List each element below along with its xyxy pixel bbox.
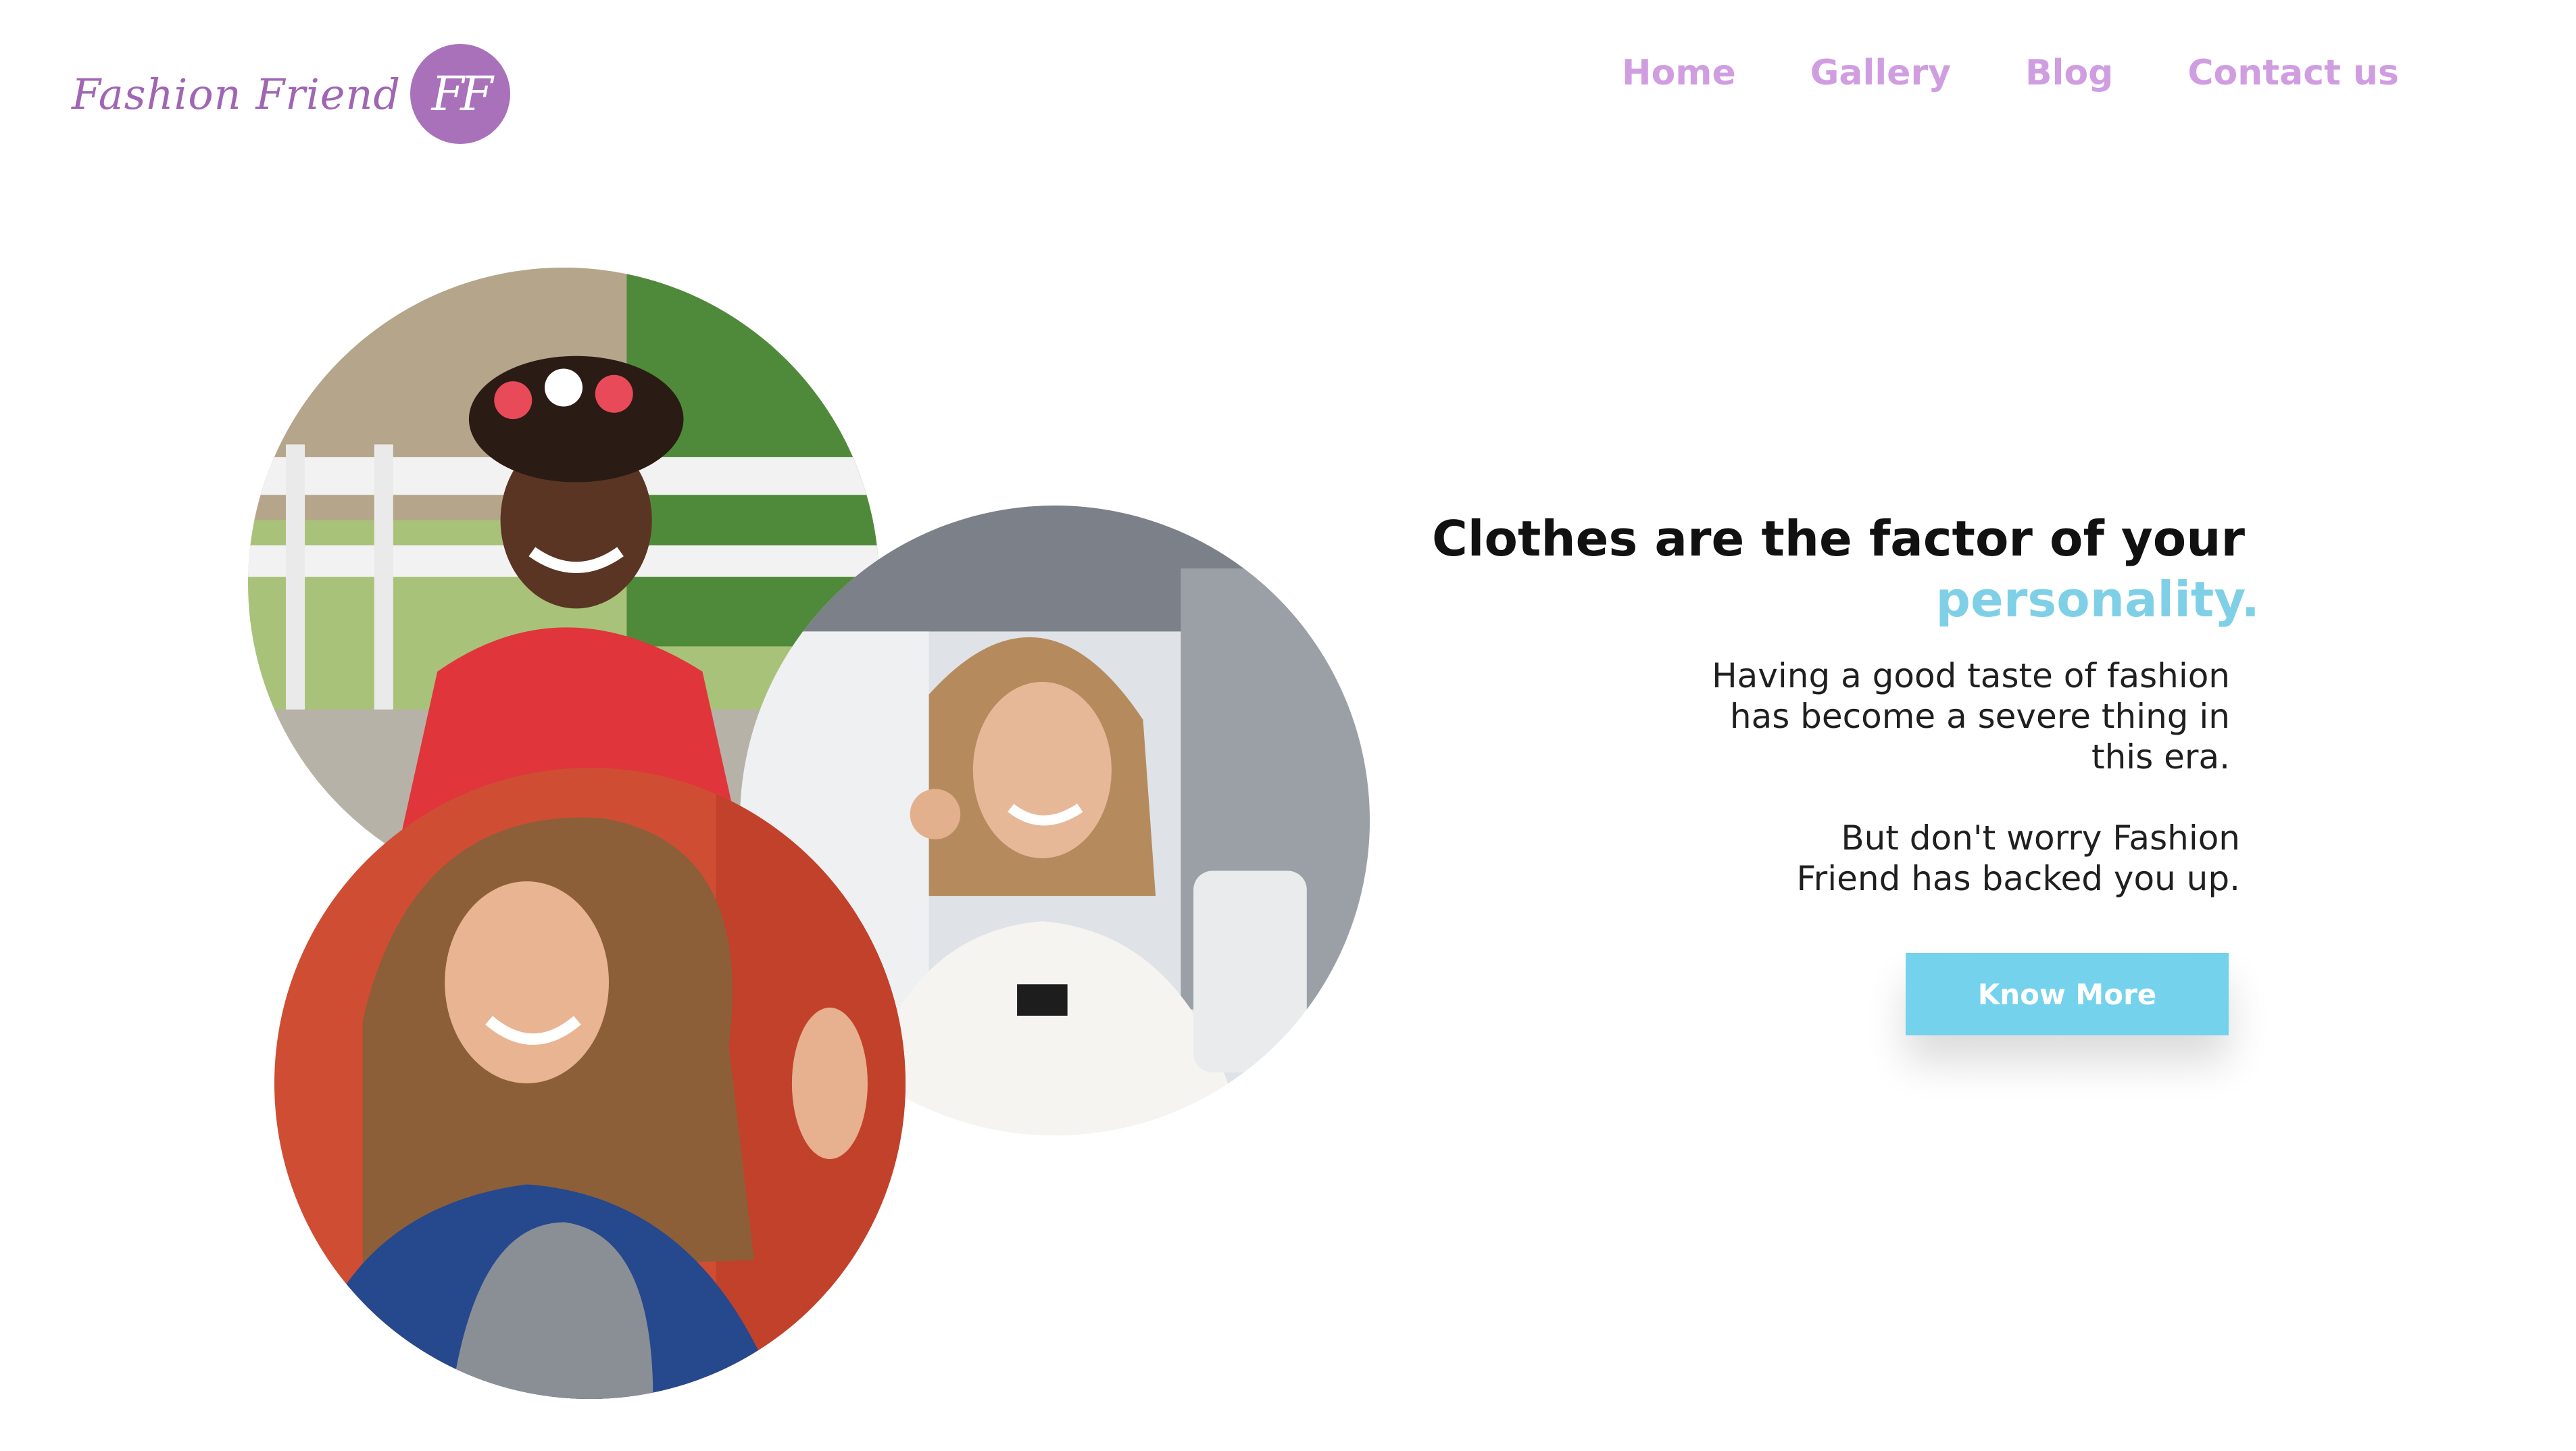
brand-monogram-icon: FF (410, 44, 511, 144)
woman-red-wall-photo (274, 768, 906, 1399)
hero-headline-line1: Clothes are the factor of your (1431, 510, 2245, 567)
hero-paragraph-2: But don't worry Fashion Friend has backe… (1796, 818, 2240, 898)
landing-page: Fashion Friend FF Home Gallery Blog Cont… (0, 0, 2576, 1451)
hero-headline: Clothes are the factor of your personali… (1431, 508, 2260, 630)
nav-gallery[interactable]: Gallery (1810, 53, 1951, 93)
nav-blog[interactable]: Blog (2025, 53, 2113, 93)
brand-logo[interactable]: Fashion Friend FF (72, 43, 511, 145)
nav-contact-us[interactable]: Contact us (2187, 53, 2399, 93)
nav-home[interactable]: Home (1622, 53, 1736, 93)
hero-headline-accent: personality. (1935, 571, 2260, 628)
hero-paragraph-1: Having a good taste of fashion has becom… (1712, 656, 2230, 777)
main-nav: Home Gallery Blog Contact us (1622, 53, 2399, 93)
know-more-button[interactable]: Know More (1906, 953, 2229, 1035)
brand-name: Fashion Friend (72, 69, 401, 119)
